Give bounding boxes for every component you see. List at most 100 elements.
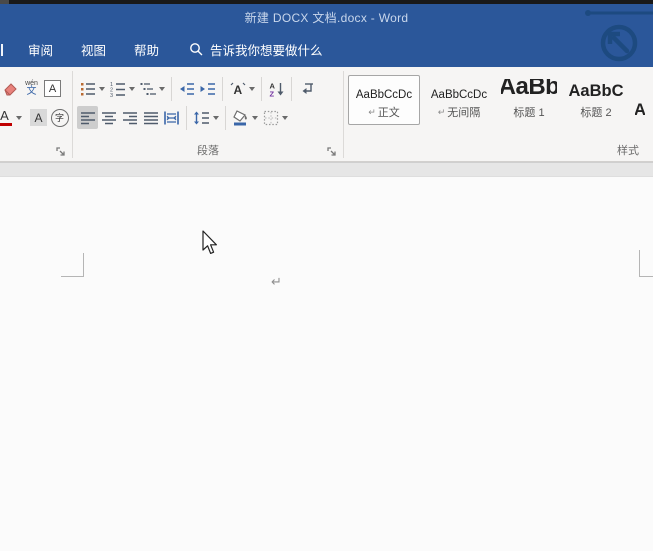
margin-mark-right-vertical — [639, 250, 640, 277]
justify-icon — [143, 110, 159, 126]
ribbon: wén 文 A A A 字 — [0, 67, 653, 162]
style-card-heading2[interactable]: AaBbC 标题 2 — [563, 75, 629, 125]
window-title: 新建 DOCX 文档.docx - Word — [245, 9, 409, 26]
title-bar: 新建 DOCX 文档.docx - Word — [0, 4, 653, 31]
style-card-heading1[interactable]: AaBb 标题 1 — [498, 75, 560, 125]
enclose-characters-button[interactable]: 字 — [49, 106, 70, 129]
borders-dropdown-arrow-icon[interactable] — [282, 116, 288, 120]
separator — [261, 77, 262, 101]
paragraph-mark: ↵ — [271, 275, 282, 288]
tab-review[interactable]: 审阅 — [14, 31, 67, 67]
line-spacing-button[interactable] — [191, 106, 212, 129]
margin-mark-left-vertical — [83, 253, 84, 277]
clear-formatting-button[interactable] — [0, 77, 21, 100]
shading-bucket-icon — [232, 109, 250, 126]
distribute-icon — [163, 110, 180, 126]
bullets-button[interactable] — [77, 77, 98, 100]
style-name: 无间隔 — [447, 104, 480, 120]
shading-dropdown-arrow-icon[interactable] — [252, 116, 258, 120]
align-right-button[interactable] — [119, 106, 140, 129]
numbering-button[interactable]: 123 — [107, 77, 128, 100]
style-name: 标题 2 — [580, 104, 611, 120]
line-spacing-dropdown-arrow-icon[interactable] — [213, 116, 219, 120]
styles-group-label: 样式 — [617, 142, 639, 158]
paragraph-group-label: 段落 — [73, 142, 343, 158]
svg-text:Z: Z — [269, 89, 274, 97]
numbering-icon: 123 — [110, 81, 126, 97]
asian-layout-dropdown-arrow-icon[interactable] — [249, 87, 255, 91]
paragraph-dialog-launcher[interactable] — [327, 147, 338, 158]
phonetic-guide-button[interactable]: wén 文 — [21, 77, 42, 100]
tell-me-search[interactable]: 告诉我你想要做什么 — [189, 40, 323, 59]
sort-button[interactable]: A Z — [266, 77, 287, 100]
decrease-indent-button[interactable] — [176, 77, 197, 100]
svg-text:3: 3 — [110, 93, 113, 97]
separator — [291, 77, 292, 101]
align-center-button[interactable] — [98, 106, 119, 129]
style-card-no-spacing[interactable]: AaBbCcDc ↵ 无间隔 — [423, 75, 495, 125]
asian-layout-icon: A — [229, 81, 247, 97]
shading-button[interactable] — [230, 106, 251, 129]
align-left-icon — [80, 110, 96, 126]
style-name: 正文 — [378, 104, 400, 120]
show-hide-marks-icon — [299, 81, 315, 97]
mouse-cursor — [201, 230, 219, 258]
multilevel-dropdown-arrow-icon[interactable] — [159, 87, 165, 91]
styles-group: AaBbCcDc ↵ 正文 AaBbCcDc ↵ 无间隔 AaBb 标题 1 A… — [344, 67, 653, 161]
line-spacing-icon — [193, 110, 210, 126]
style-gallery: AaBbCcDc ↵ 正文 AaBbCcDc ↵ 无间隔 AaBb 标题 1 A… — [344, 75, 653, 125]
increase-indent-button[interactable] — [197, 77, 218, 100]
separator — [171, 77, 172, 101]
separator — [222, 77, 223, 101]
align-center-icon — [101, 110, 117, 126]
margin-mark-left-horizontal — [61, 276, 84, 277]
multilevel-list-icon — [140, 81, 156, 97]
margin-mark-right-horizontal — [639, 276, 653, 277]
sort-icon: A Z — [269, 81, 285, 97]
font-dialog-launcher[interactable] — [56, 147, 67, 158]
svg-text:A: A — [233, 83, 242, 97]
font-group: wén 文 A A A 字 — [0, 67, 72, 161]
separator — [225, 106, 226, 130]
separator — [186, 106, 187, 130]
character-border-button[interactable]: A — [42, 77, 63, 100]
tab-help[interactable]: 帮助 — [120, 31, 173, 67]
phonetic-guide-icon: wén 文 — [25, 80, 38, 97]
paragraph-return-icon: ↵ — [368, 107, 376, 118]
asian-layout-button[interactable]: A — [227, 77, 248, 100]
paragraph-row-1: 123 — [73, 75, 343, 102]
bullets-icon — [80, 81, 96, 97]
style-card-clipped[interactable]: A — [632, 75, 646, 125]
search-label: 告诉我你想要做什么 — [210, 40, 323, 59]
align-right-icon — [122, 110, 138, 126]
eraser-icon — [2, 81, 19, 97]
distribute-button[interactable] — [161, 106, 182, 129]
borders-icon — [263, 110, 279, 126]
search-icon — [189, 42, 203, 56]
ribbon-tab-bar: 审阅 视图 帮助 告诉我你想要做什么 — [0, 31, 653, 67]
increase-indent-icon — [199, 81, 216, 97]
decrease-indent-icon — [178, 81, 195, 97]
align-left-button[interactable] — [77, 106, 98, 129]
paragraph-group: 123 — [73, 67, 343, 161]
character-border-icon: A — [44, 80, 61, 97]
style-card-normal[interactable]: AaBbCcDc ↵ 正文 — [348, 75, 420, 125]
clipped-tab-fragment — [0, 44, 5, 56]
character-shading-button[interactable]: A — [28, 106, 49, 129]
font-color-button[interactable]: A — [0, 106, 15, 129]
paragraph-row-2 — [73, 104, 343, 131]
paragraph-return-icon: ↵ — [438, 107, 446, 118]
document-page[interactable]: ↵ — [0, 177, 653, 551]
document-top-gutter — [0, 162, 653, 177]
numbering-dropdown-arrow-icon[interactable] — [129, 87, 135, 91]
character-shading-icon: A — [30, 109, 47, 126]
borders-button[interactable] — [260, 106, 281, 129]
justify-button[interactable] — [140, 106, 161, 129]
font-color-dropdown-arrow-icon[interactable] — [16, 116, 22, 120]
bullets-dropdown-arrow-icon[interactable] — [99, 87, 105, 91]
enclose-characters-icon: 字 — [51, 109, 69, 127]
multilevel-list-button[interactable] — [137, 77, 158, 100]
tab-view[interactable]: 视图 — [67, 31, 120, 67]
show-hide-marks-button[interactable] — [296, 77, 317, 100]
style-name: 标题 1 — [513, 104, 544, 120]
